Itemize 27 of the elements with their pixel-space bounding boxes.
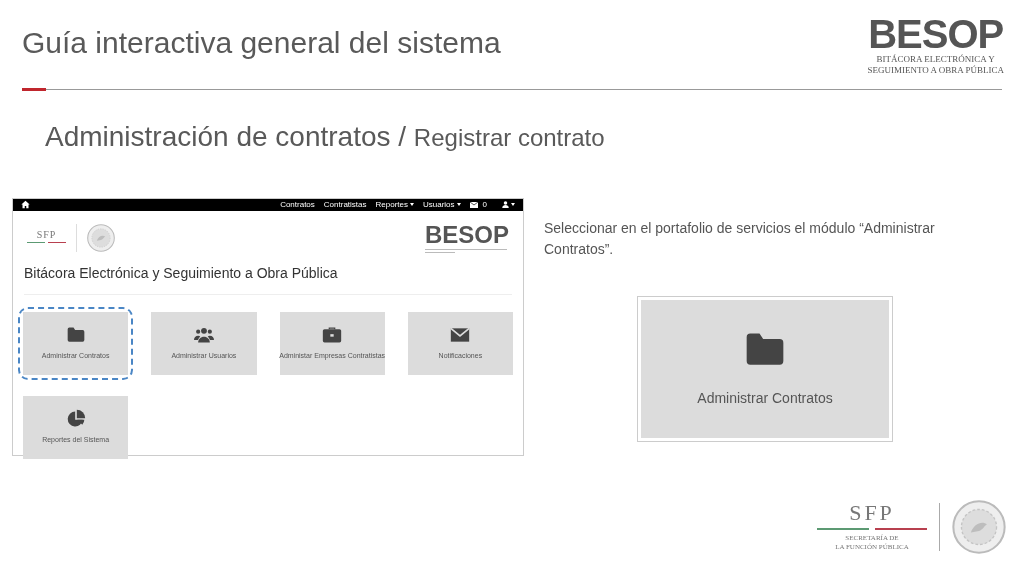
accent-bar xyxy=(22,87,46,91)
slide-title: Guía interactiva general del sistema xyxy=(22,28,501,58)
logo-caption: BITÁCORA ELECTRÓNICA Y xyxy=(876,54,995,65)
nav-link[interactable]: Reportes xyxy=(375,198,414,211)
nav-link[interactable]: Usuarios xyxy=(422,198,461,211)
pie-chart-icon xyxy=(65,408,86,429)
caret-icon xyxy=(511,203,515,206)
logo-caption: SEGUIMIENTO A OBRA PÚBLICA xyxy=(867,65,1004,77)
section-heading: Administración de contratos / Registrar contrato xyxy=(45,122,606,151)
mail-icon[interactable] xyxy=(469,201,478,208)
instruction-text: Seleccionar en el portafolio de servicios el módulo “Administrar Contratos”. xyxy=(544,218,936,259)
logo-text: SFP xyxy=(849,502,895,525)
caret-icon xyxy=(456,203,461,206)
logo-text: SFP xyxy=(36,230,57,240)
module-tile: Administrar Contratos xyxy=(641,299,889,438)
caret-icon xyxy=(409,203,414,206)
nav-link[interactable]: Contratistas xyxy=(323,198,367,211)
system-title: Bitácora Electrónica y Seguimiento a Obra Pública xyxy=(24,262,512,295)
message-count: 0 xyxy=(482,198,487,211)
user-icon xyxy=(502,201,509,208)
seal-icon xyxy=(87,223,115,252)
logo-text: BESOP xyxy=(424,222,509,247)
home-icon[interactable] xyxy=(21,200,30,209)
user-menu[interactable] xyxy=(502,201,515,208)
nav-link[interactable]: Contratos xyxy=(280,198,315,211)
seal-icon xyxy=(952,500,1006,554)
logo-text: BESOP xyxy=(868,14,1004,54)
